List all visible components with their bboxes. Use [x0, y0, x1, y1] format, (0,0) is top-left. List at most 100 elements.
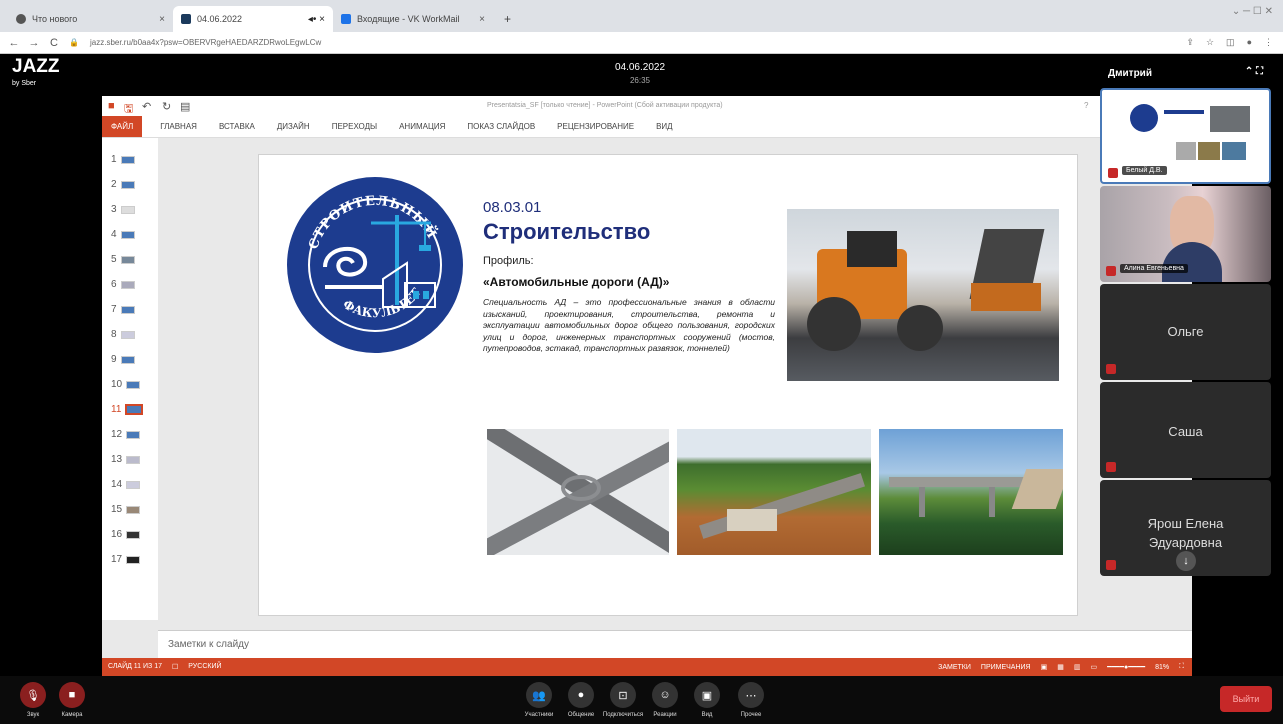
- participant-tile[interactable]: Саша: [1100, 382, 1271, 478]
- language-label[interactable]: РУССКИЙ: [188, 663, 221, 671]
- profile-name: «Автомобильные дороги (АД)»: [483, 275, 670, 289]
- slide-notes-field[interactable]: Заметки к слайду: [158, 630, 1192, 658]
- tab-animation[interactable]: АНИМАЦИЯ: [399, 122, 445, 131]
- specialty-name: Строительство: [483, 219, 651, 244]
- smile-icon: ☺: [659, 689, 671, 701]
- close-tab-icon[interactable]: ×: [159, 14, 165, 25]
- slide-thumbnail[interactable]: 17: [111, 554, 141, 565]
- current-slide: СТРОИТЕЛЬНЫЙ ФАКУЛЬТЕТ 08.03.01 Строител…: [258, 154, 1078, 616]
- notes-toggle[interactable]: ЗАМЕТКИ: [938, 664, 971, 671]
- new-tab-button[interactable]: +: [496, 6, 520, 32]
- participant-tile-screen[interactable]: Белый Д.В.: [1100, 88, 1271, 184]
- fit-to-window-icon[interactable]: ⛶: [1179, 663, 1184, 671]
- share-button[interactable]: ⊡: [610, 682, 636, 708]
- slide-thumbnail[interactable]: 2: [111, 179, 135, 190]
- redo-icon[interactable]: ↻: [162, 100, 171, 113]
- mic-muted-icon: [1106, 462, 1116, 472]
- screen-thumb-photo: [1176, 142, 1196, 160]
- shared-screen-powerpoint: ■ 🖫 ↶ ↻ ▤ Presentatsia_SF [только чтение…: [102, 96, 1192, 676]
- comments-toggle[interactable]: ПРИМЕЧАНИЯ: [981, 664, 1031, 671]
- slide-thumbnail[interactable]: 14: [111, 479, 141, 490]
- slide-thumbnail[interactable]: 1: [111, 154, 135, 165]
- slide-thumbnail-selected[interactable]: 11: [111, 404, 144, 415]
- participants-panel: Дмитрий ⌃ ⛶ Белый Д.В. Алина Евгеньевна …: [1098, 58, 1273, 578]
- url-field[interactable]: jazz.sber.ru/b0aa4x?psw=OBERVRgeHAEDARZD…: [90, 38, 321, 47]
- slideshow-icon[interactable]: ▤: [180, 100, 190, 113]
- camera-off-icon: ■: [68, 689, 76, 701]
- road-roller-photo: [787, 209, 1059, 381]
- slide-thumbnail[interactable]: 4: [111, 229, 135, 240]
- camera-off-button[interactable]: ■: [59, 682, 85, 708]
- thumb-preview: [126, 380, 141, 389]
- specialty-code: 08.03.01: [483, 199, 542, 216]
- slide-thumbnail[interactable]: 9: [111, 354, 135, 365]
- thumb-number: 12: [111, 429, 123, 440]
- participants-button[interactable]: 👥: [526, 682, 552, 708]
- panel-controls[interactable]: ⌃ ⛶: [1245, 66, 1263, 77]
- slide-thumbnail[interactable]: 8: [111, 329, 135, 340]
- tab-slideshow[interactable]: ПОКАЗ СЛАЙДОВ: [467, 122, 535, 131]
- reload-icon[interactable]: C: [48, 37, 60, 49]
- help-icon[interactable]: ?: [1084, 101, 1088, 110]
- tab-insert[interactable]: ВСТАВКА: [219, 122, 255, 131]
- scroll-down-button[interactable]: ↓: [1176, 551, 1196, 571]
- thumb-number: 6: [111, 279, 117, 290]
- share-icon[interactable]: ⇪: [1186, 37, 1194, 48]
- profile-icon[interactable]: ●: [1247, 37, 1252, 48]
- back-icon[interactable]: ←: [8, 37, 20, 49]
- view-label: Вид: [701, 712, 713, 718]
- video-shoulders: [1162, 242, 1222, 282]
- reading-view-icon[interactable]: ▥: [1074, 663, 1081, 671]
- slide-thumbnail[interactable]: 13: [111, 454, 141, 465]
- slideshow-view-icon[interactable]: ▭: [1091, 663, 1098, 671]
- meeting-timer: 26:35: [629, 76, 651, 85]
- view-button[interactable]: ▣: [694, 682, 720, 708]
- more-button[interactable]: ⋯: [738, 682, 764, 708]
- normal-view-icon[interactable]: ▣: [1041, 663, 1048, 671]
- browser-tab-meeting[interactable]: 04.06.2022 ◂• ×: [173, 6, 333, 32]
- undo-icon[interactable]: ↶: [142, 100, 151, 113]
- window-controls[interactable]: ⌄ ─ ☐ ✕: [1232, 6, 1273, 17]
- thumb-number: 16: [111, 529, 123, 540]
- leave-button[interactable]: Выйти: [1220, 686, 1272, 712]
- slide-thumbnail[interactable]: 15: [111, 504, 141, 515]
- slide-thumbnail[interactable]: 16: [111, 529, 141, 540]
- slide-thumbnail[interactable]: 5: [111, 254, 135, 265]
- slide-thumbnail[interactable]: 3: [111, 204, 135, 215]
- close-tab-icon[interactable]: ◂• ×: [308, 14, 325, 25]
- browser-tab-mail[interactable]: Входящие - VK WorkMail ×: [333, 6, 493, 32]
- browser-tab-whats-new[interactable]: Что нового ×: [8, 6, 173, 32]
- participant-name: Саша: [1168, 424, 1203, 439]
- slide-sorter-icon[interactable]: ▦: [1057, 663, 1064, 671]
- tab-design[interactable]: ДИЗАЙН: [277, 122, 310, 131]
- zoom-slider[interactable]: ━━━━●━━━━: [1107, 663, 1145, 671]
- star-icon[interactable]: ☆: [1206, 37, 1214, 48]
- forward-icon[interactable]: →: [28, 37, 40, 49]
- quick-access-toolbar: ■ 🖫 ↶ ↻ ▤ Presentatsia_SF [только чтение…: [102, 96, 1192, 116]
- tab-file[interactable]: ФАЙЛ: [102, 116, 143, 137]
- participant-tile[interactable]: Ольге: [1100, 284, 1271, 380]
- chat-button[interactable]: ●: [568, 682, 594, 708]
- sidebar-icon[interactable]: ◫: [1226, 37, 1235, 48]
- spellcheck-icon[interactable]: ☐: [172, 663, 178, 671]
- thumb-number: 4: [111, 229, 117, 240]
- slide-thumbnail[interactable]: 7: [111, 304, 135, 315]
- tab-transitions[interactable]: ПЕРЕХОДЫ: [332, 122, 377, 131]
- tab-home[interactable]: ГЛАВНАЯ: [160, 122, 197, 131]
- close-tab-icon[interactable]: ×: [479, 14, 485, 25]
- mic-off-button[interactable]: 🎙: [20, 682, 46, 708]
- chat-icon: ●: [577, 689, 585, 701]
- menu-icon[interactable]: ⋮: [1264, 37, 1273, 48]
- participant-tile-video[interactable]: Алина Евгеньевна: [1100, 186, 1271, 282]
- tab-view[interactable]: ВИД: [656, 122, 673, 131]
- globe-icon: [16, 14, 26, 24]
- thumb-preview: [126, 430, 141, 439]
- zoom-level[interactable]: 81%: [1155, 664, 1169, 671]
- reactions-button[interactable]: ☺: [652, 682, 678, 708]
- slide-thumbnail[interactable]: 12: [111, 429, 141, 440]
- address-bar: ← → C 🔒 jazz.sber.ru/b0aa4x?psw=OBERVRge…: [0, 32, 1283, 54]
- mic-muted-icon: [1108, 168, 1118, 178]
- tab-review[interactable]: РЕЦЕНЗИРОВАНИЕ: [557, 122, 634, 131]
- slide-thumbnail[interactable]: 10: [111, 379, 141, 390]
- slide-thumbnail[interactable]: 6: [111, 279, 135, 290]
